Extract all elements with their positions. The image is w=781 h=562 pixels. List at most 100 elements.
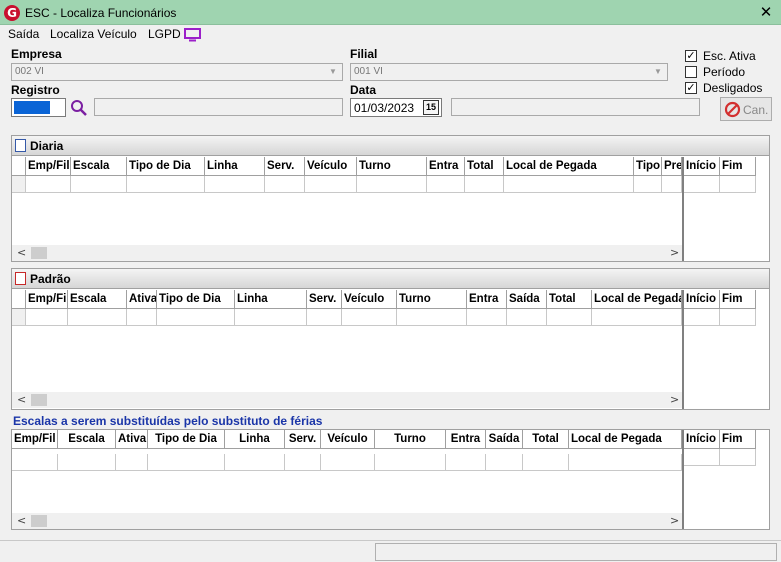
column-header[interactable]: Linha [225,430,285,449]
column-header[interactable]: Tipo de Dia [127,157,205,176]
scroll-right-icon[interactable]: > [670,246,679,259]
column-header[interactable]: Tipo [634,157,662,176]
table-cell[interactable] [684,309,720,326]
close-icon[interactable]: ✕ [757,3,775,21]
table-cell[interactable] [507,309,547,326]
column-header[interactable]: Local de Pegada [504,157,634,176]
calendar-icon[interactable]: 15 [423,100,439,115]
table-cell[interactable] [127,176,205,193]
table-cell[interactable] [58,454,116,471]
table-cell[interactable] [342,309,397,326]
diaria-grid[interactable]: Emp/Fil Escala Tipo de Dia Linha Serv. V… [12,157,682,261]
menu-lgpd[interactable]: LGPD [148,27,181,41]
filial-select[interactable]: 001 VI ▼ [350,63,668,81]
table-cell[interactable] [465,176,504,193]
column-header[interactable]: Ativa [127,290,157,309]
table-cell[interactable] [71,176,127,193]
scroll-left-icon[interactable]: < [17,246,26,259]
table-cell[interactable] [235,309,307,326]
scroll-left-icon[interactable]: < [17,393,26,406]
padrao-grid[interactable]: Emp/Fil Escala Ativa Tipo de Dia Linha S… [12,290,682,408]
row-indicator[interactable] [12,176,26,193]
table-cell[interactable] [592,309,682,326]
table-cell[interactable] [634,176,662,193]
table-cell[interactable] [375,454,446,471]
column-header[interactable]: Total [465,157,504,176]
column-header[interactable]: Início [684,157,720,176]
column-header[interactable]: Veículo [305,157,357,176]
chevron-down-icon[interactable]: ▼ [651,65,665,79]
column-header[interactable]: Emp/Fil [26,290,68,309]
table-cell[interactable] [467,309,507,326]
column-header[interactable]: Tipo de Dia [148,430,225,449]
column-header[interactable]: Escala [58,430,116,449]
table-cell[interactable] [148,454,225,471]
column-header[interactable]: Fim [720,157,756,176]
diaria-side-grid[interactable]: Início Fim [682,157,769,261]
empresa-select[interactable]: 002 VI ▼ [11,63,343,81]
scroll-right-icon[interactable]: > [670,393,679,406]
menu-localiza-veiculo[interactable]: Localiza Veículo [50,27,137,41]
horizontal-scrollbar[interactable]: < > [12,245,682,261]
table-cell[interactable] [12,454,58,471]
table-cell[interactable] [225,454,285,471]
table-cell[interactable] [486,454,523,471]
column-header[interactable]: Local de Pegada [592,290,682,309]
table-cell[interactable] [68,309,127,326]
column-header[interactable]: Pre [662,157,682,176]
column-header[interactable]: Início [684,430,720,449]
table-cell[interactable] [720,449,756,466]
scroll-thumb[interactable] [31,247,47,259]
table-cell[interactable] [446,454,486,471]
table-cell[interactable] [321,454,375,471]
monitor-icon[interactable] [184,28,202,42]
column-header[interactable]: Fim [720,290,756,309]
esc-ativa-checkbox[interactable]: ✓ [685,50,697,62]
table-cell[interactable] [116,454,148,471]
ferias-side-grid[interactable]: Início Fim [682,430,769,529]
cancel-button[interactable]: Can. [720,97,772,121]
ferias-grid[interactable]: Emp/Fil Escala Ativa Tipo de Dia Linha S… [12,430,682,529]
desligados-checkbox[interactable]: ✓ [685,82,697,94]
row-indicator[interactable] [12,309,26,326]
table-cell[interactable] [720,176,756,193]
horizontal-scrollbar[interactable]: < > [12,513,682,529]
padrao-side-grid[interactable]: Início Fim [682,290,769,409]
table-cell[interactable] [26,309,68,326]
column-header[interactable]: Escala [71,157,127,176]
column-header[interactable]: Turno [375,430,446,449]
scroll-thumb[interactable] [31,394,47,406]
column-header[interactable]: Início [684,290,720,309]
column-header[interactable]: Ativa [116,430,148,449]
chevron-down-icon[interactable]: ▼ [326,65,340,79]
column-header[interactable]: Entra [467,290,507,309]
table-cell[interactable] [397,309,467,326]
registro-input[interactable] [11,98,66,117]
table-cell[interactable] [26,176,71,193]
table-cell[interactable] [720,309,756,326]
column-header[interactable]: Serv. [265,157,305,176]
search-icon[interactable] [70,99,88,117]
column-header[interactable]: Total [523,430,569,449]
column-header[interactable]: Entra [446,430,486,449]
column-header[interactable]: Turno [397,290,467,309]
periodo-checkbox[interactable] [685,66,697,78]
column-header[interactable]: Tipo de Dia [157,290,235,309]
table-cell[interactable] [569,454,682,471]
table-cell[interactable] [305,176,357,193]
column-header[interactable]: Saída [507,290,547,309]
column-header[interactable]: Turno [357,157,427,176]
column-header[interactable]: Escala [68,290,127,309]
table-cell[interactable] [427,176,465,193]
table-cell[interactable] [684,176,720,193]
column-header[interactable]: Emp/Fil [26,157,71,176]
table-cell[interactable] [265,176,305,193]
table-cell[interactable] [684,449,720,466]
table-cell[interactable] [662,176,682,193]
scroll-right-icon[interactable]: > [670,514,679,527]
column-header[interactable]: Total [547,290,592,309]
column-header[interactable]: Entra [427,157,465,176]
scroll-left-icon[interactable]: < [17,514,26,527]
table-cell[interactable] [504,176,634,193]
column-header[interactable]: Emp/Fil [12,430,58,449]
